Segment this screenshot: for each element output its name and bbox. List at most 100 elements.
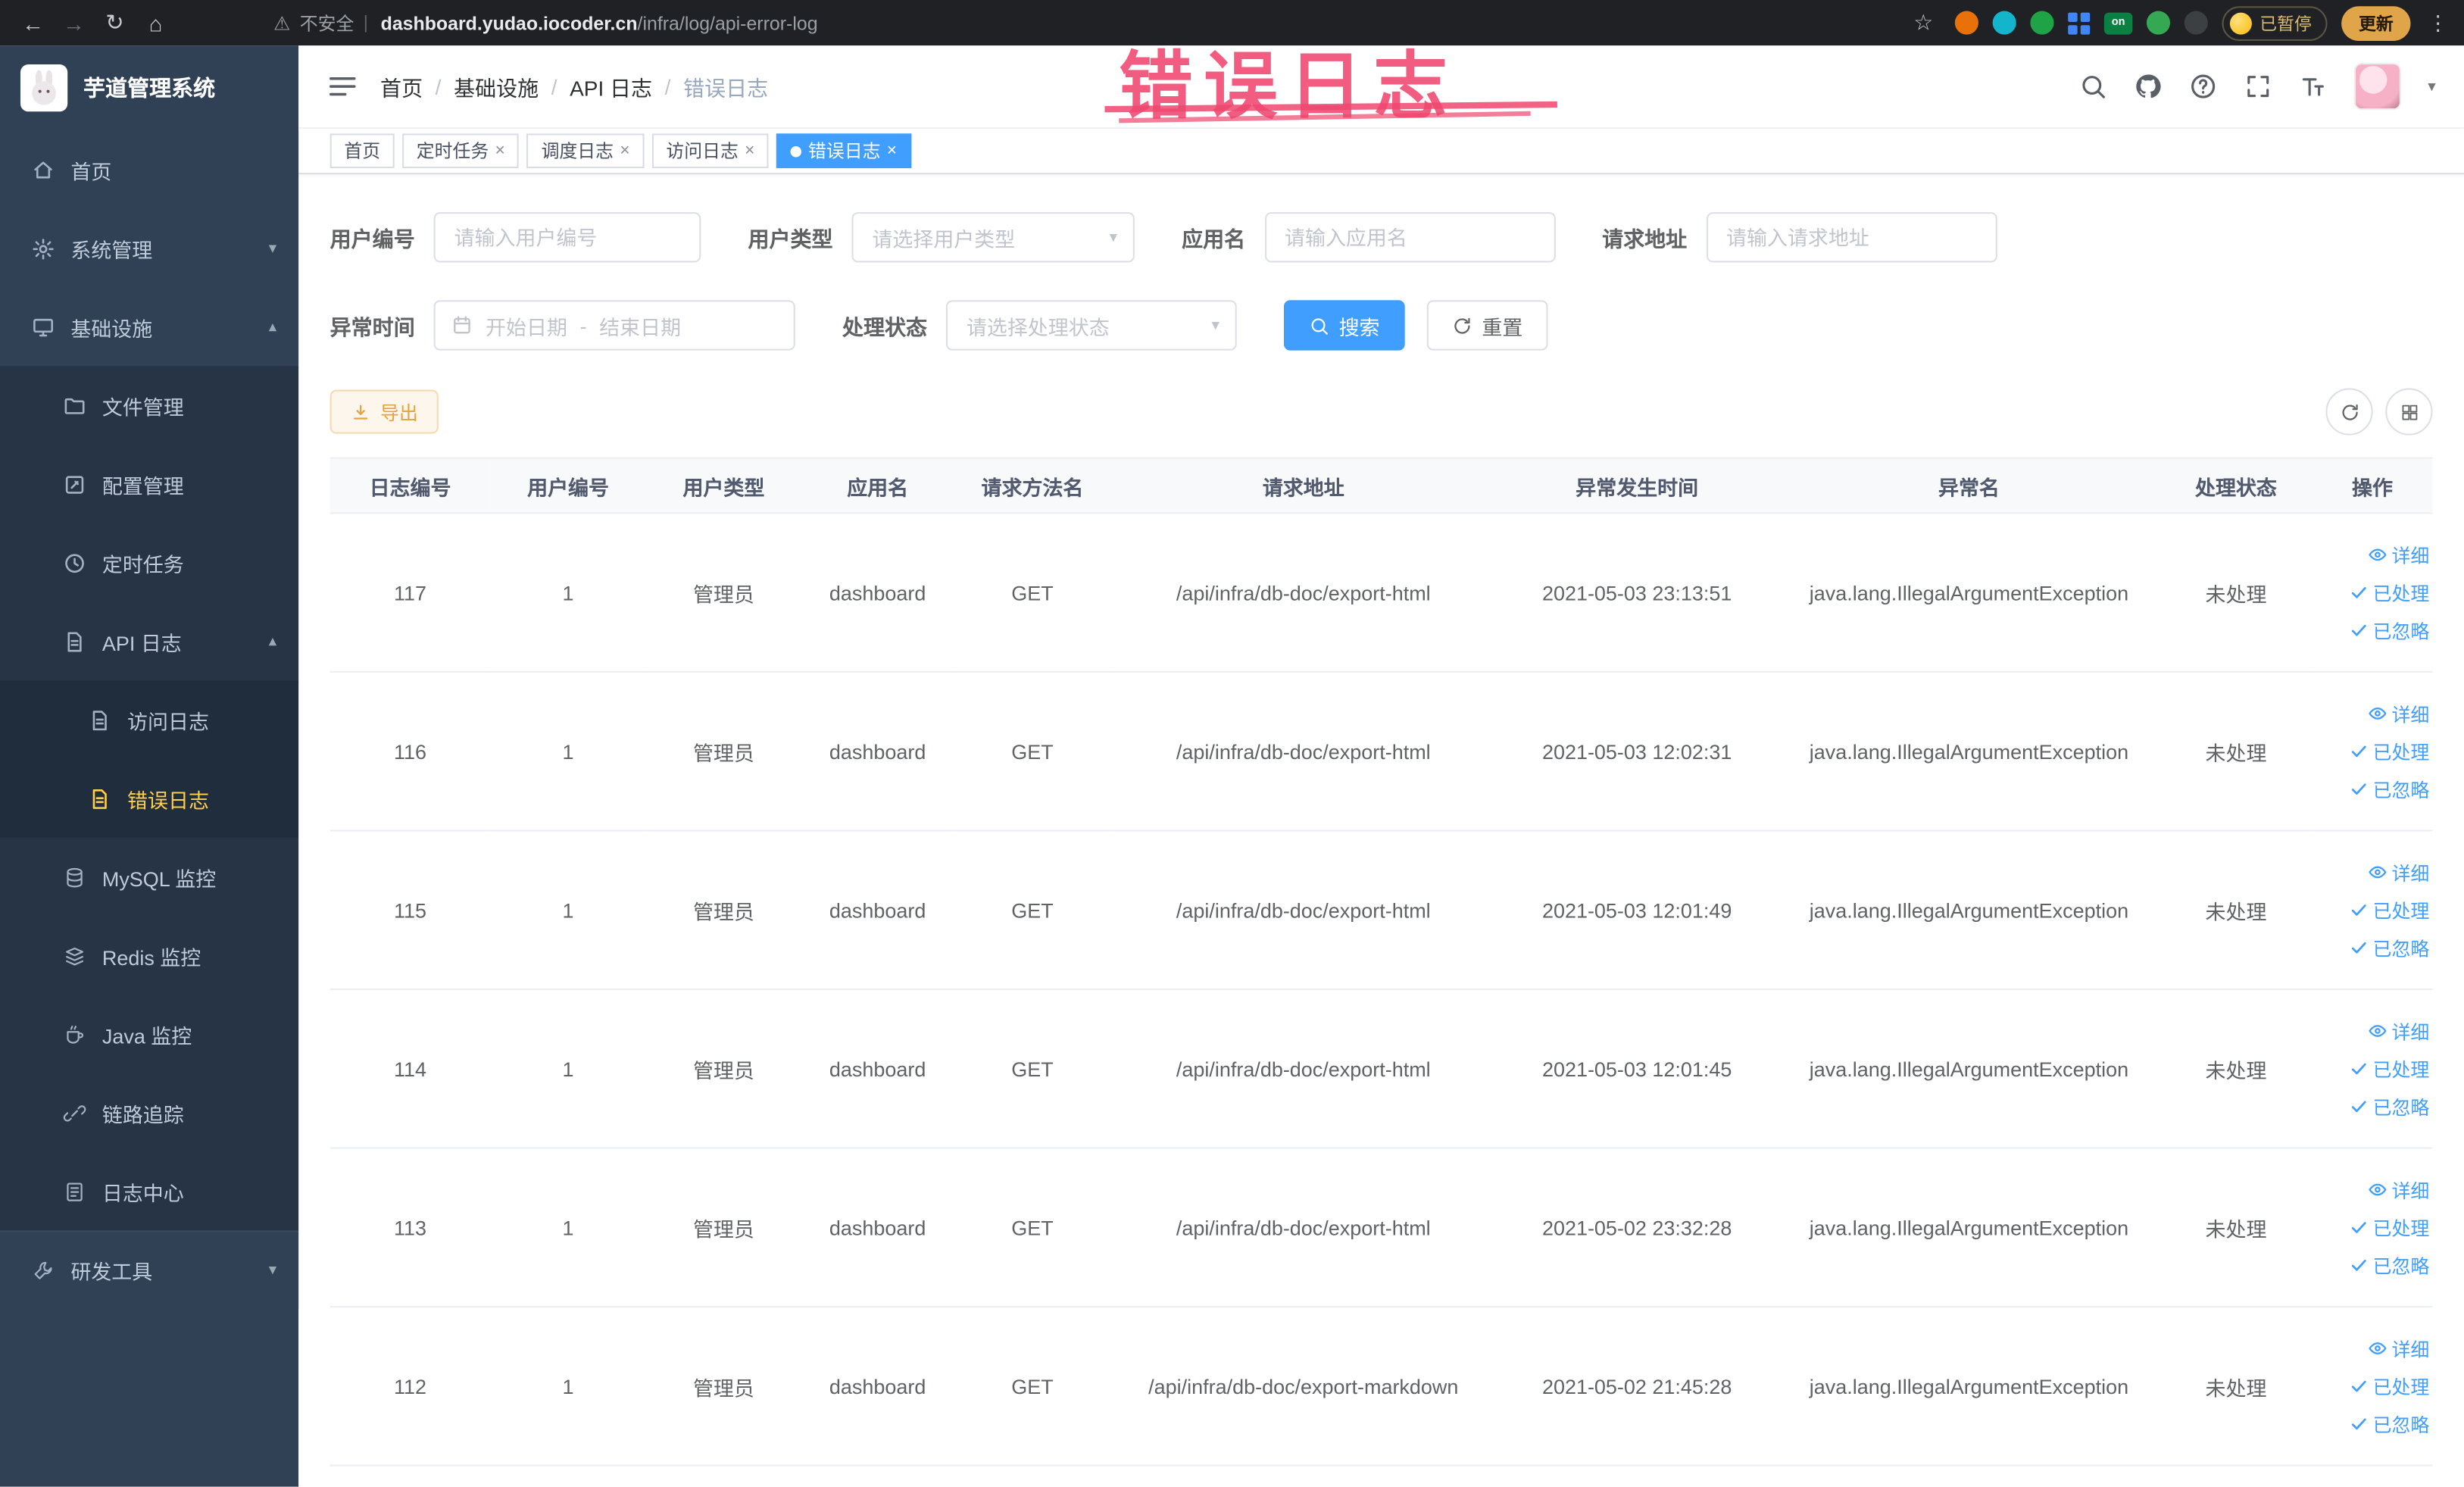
ignored-link[interactable]: 已忽略 [2350,1251,2429,1278]
user-id-input[interactable] [433,212,701,263]
browser-back-icon[interactable]: ← [16,5,51,40]
ignored-link-label: 已忽略 [2372,620,2430,642]
request-url-input[interactable] [1706,212,1997,263]
sidebar-item-log-center[interactable]: 日志中心 [0,1151,299,1231]
folder-icon [63,394,86,417]
close-icon[interactable]: × [620,142,629,161]
sidebar-item-dev-tools[interactable]: 研发工具 ▾ [0,1230,299,1310]
detail-link[interactable]: 详细 [2368,859,2429,886]
sidebar-item-access-log[interactable]: 访问日志 [0,680,299,760]
github-icon[interactable] [2134,72,2162,100]
sidebar-toggle-button[interactable] [327,70,358,102]
sidebar-item-home[interactable]: 首页 [0,130,299,209]
database-icon [63,865,86,889]
logo[interactable]: 芋道管理系统 [0,45,298,130]
extension-icon-1[interactable] [1954,11,1978,35]
sidebar-item-label: 日志中心 [101,1181,184,1205]
sidebar-item-trace[interactable]: 链路追踪 [0,1073,299,1152]
sidebar-item-mysql-monitor[interactable]: MySQL 监控 [0,837,299,917]
sidebar-item-api-log[interactable]: API 日志 ▴ [0,601,299,681]
processed-link[interactable]: 已处理 [2350,738,2429,764]
search-button[interactable]: 搜索 [1283,300,1405,351]
extension-icon-3[interactable] [2030,11,2054,35]
detail-link-label: 详细 [2391,544,2430,567]
table-refresh-button[interactable] [2325,388,2373,436]
detail-link[interactable]: 详细 [2368,700,2429,726]
avatar-caret-icon[interactable]: ▾ [2428,78,2435,95]
home-icon [31,158,55,181]
sidebar-item-label: 定时任务 [101,552,184,576]
ignored-link[interactable]: 已忽略 [2350,1093,2429,1120]
tab-error-log[interactable]: 错误日志 × [776,133,911,168]
bookmark-star-icon[interactable]: ☆ [1907,5,1941,40]
tab-scheduled-task[interactable]: 定时任务 × [402,133,520,168]
browser-update-button[interactable]: 更新 [2341,5,2411,40]
export-button[interactable]: 导出 [329,389,439,434]
font-size-icon[interactable] [2299,72,2327,100]
user-avatar[interactable] [2353,62,2401,111]
ignored-link[interactable]: 已忽略 [2350,617,2430,643]
sidebar-item-java-monitor[interactable]: Java 监控 [0,995,299,1073]
sidebar-item-file-management[interactable]: 文件管理 [0,366,299,445]
processed-link[interactable]: 已处理 [2350,1373,2429,1399]
detail-link[interactable]: 详细 [2368,1017,2429,1044]
breadcrumb-item[interactable]: API 日志 [570,70,652,102]
doc-icon [88,786,111,810]
security-indicator[interactable]: ⚠ 不安全 | [273,10,368,35]
processed-link[interactable]: 已处理 [2350,1214,2429,1241]
browser-forward-icon[interactable]: → [57,5,92,40]
cell-exception-time: 2021-05-03 12:02:31 [1495,671,1779,832]
user-type-select[interactable]: 请选择用户类型 ▾ [851,212,1135,263]
close-icon[interactable]: × [495,142,505,161]
table-settings-button[interactable] [2385,388,2433,436]
reset-button[interactable]: 重置 [1426,300,1548,351]
sidebar-item-infrastructure[interactable]: 基础设施 ▴ [0,287,299,367]
processed-link[interactable]: 已处理 [2350,1055,2429,1082]
detail-link[interactable]: 详细 [2368,542,2429,568]
sidebar-item-label: 研发工具 [70,1260,153,1284]
sidebar-item-error-log[interactable]: 错误日志 [0,759,299,838]
sidebar-item-redis-monitor[interactable]: Redis 监控 [0,916,299,995]
extension-grid-icon[interactable] [2068,11,2091,34]
process-status-select[interactable]: 请选择处理状态 ▾ [945,300,1237,351]
breadcrumb-item[interactable]: 首页 [380,70,423,102]
search-icon[interactable] [2079,72,2107,100]
detail-link[interactable]: 详细 [2368,1335,2429,1361]
extension-icon-4[interactable] [2146,11,2171,35]
close-icon[interactable]: × [887,142,897,161]
filter-app-name: 应用名 [1182,212,1555,263]
profile-paused-chip[interactable]: 已暂停 [2222,5,2328,40]
detail-link-label: 详细 [2391,1020,2430,1043]
range-separator: - [579,313,587,338]
browser-menu-icon[interactable]: ⋮ [2428,10,2448,35]
java-icon [63,1023,86,1046]
chevron-down-icon: ▾ [268,239,277,258]
tab-schedule-log[interactable]: 调度日志 × [526,133,645,168]
help-icon[interactable] [2189,72,2217,100]
ignored-link[interactable]: 已忽略 [2350,1410,2429,1437]
eye-icon [2368,704,2387,723]
cell-method: GET [954,1307,1111,1467]
breadcrumb-item[interactable]: 基础设施 [454,70,539,102]
ignored-link[interactable]: 已忽略 [2350,934,2429,961]
ignored-link[interactable]: 已忽略 [2350,776,2429,802]
date-range-picker[interactable]: 开始日期 - 结束日期 [433,300,795,351]
address-bar[interactable]: dashboard.yudao.iocoder.cn/infra/log/api… [381,12,818,34]
detail-link[interactable]: 详细 [2368,1176,2429,1203]
sidebar-item-system-management[interactable]: 系统管理 ▾ [0,208,299,288]
tab-home[interactable]: 首页 [329,133,395,168]
extension-icon-5[interactable] [2184,11,2208,35]
browser-home-icon[interactable]: ⌂ [139,5,173,40]
processed-link[interactable]: 已处理 [2350,897,2429,923]
processed-link[interactable]: 已处理 [2350,579,2429,605]
sidebar-item-scheduled-tasks[interactable]: 定时任务 [0,523,299,602]
extension-on-badge[interactable]: on [2103,11,2133,34]
tab-access-log[interactable]: 访问日志 × [651,133,770,168]
cell-method: GET [954,1148,1111,1308]
browser-reload-icon[interactable]: ↻ [98,5,133,40]
extension-icon-2[interactable] [1992,11,2016,35]
app-name-input[interactable] [1264,212,1555,263]
sidebar-item-config-management[interactable]: 配置管理 [0,445,299,523]
close-icon[interactable]: × [745,142,754,161]
fullscreen-icon[interactable] [2244,72,2272,100]
